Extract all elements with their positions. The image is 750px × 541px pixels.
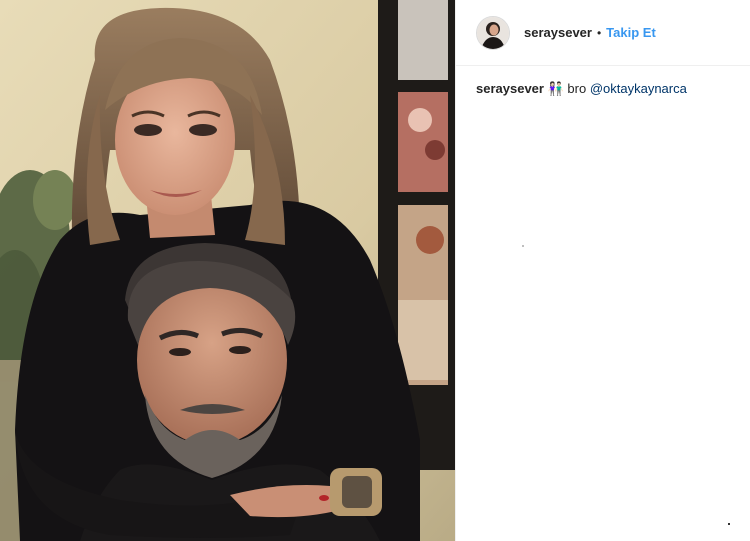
caption-mention[interactable]: @oktaykaynarca bbox=[590, 81, 687, 96]
artifact-dot bbox=[522, 245, 524, 247]
caption-text: bro bbox=[567, 81, 587, 96]
post-photo[interactable] bbox=[0, 0, 455, 541]
post-caption: seraysever 👫🏻 bro @oktaykaynarca bbox=[476, 80, 738, 98]
profile-avatar[interactable] bbox=[476, 15, 510, 50]
post-username[interactable]: seraysever bbox=[524, 25, 592, 40]
avatar-icon bbox=[477, 16, 509, 49]
post-header: seraysever • Takip Et bbox=[456, 0, 750, 66]
separator-dot: • bbox=[596, 25, 602, 40]
artifact-dot bbox=[728, 523, 730, 525]
caption-username[interactable]: seraysever bbox=[476, 81, 544, 96]
caption-emoji: 👫🏻 bbox=[547, 81, 564, 96]
post-photo-image bbox=[0, 0, 455, 541]
post-sidebar: seraysever • Takip Et seraysever 👫🏻 bro … bbox=[455, 0, 750, 541]
follow-button[interactable]: Takip Et bbox=[606, 25, 656, 40]
instagram-post: seraysever • Takip Et seraysever 👫🏻 bro … bbox=[0, 0, 750, 541]
